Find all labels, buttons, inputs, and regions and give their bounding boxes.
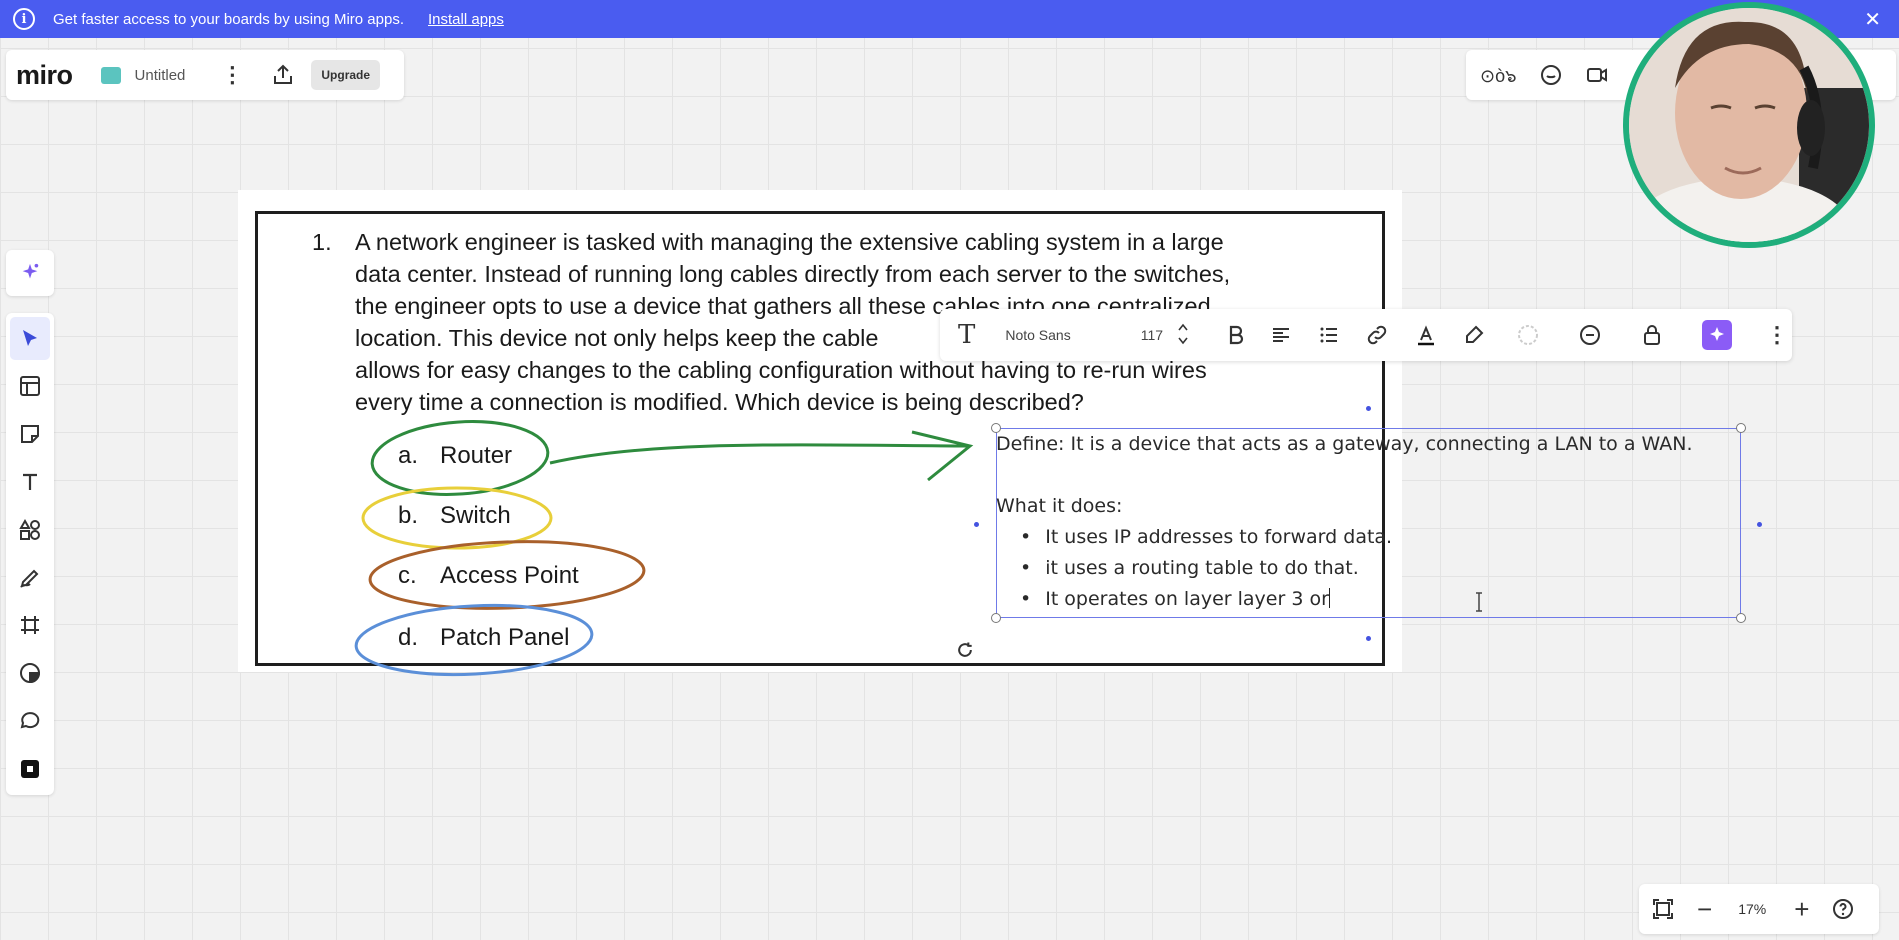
comment-button[interactable] (1578, 323, 1602, 347)
connector-point[interactable] (1757, 522, 1762, 527)
link-icon (1367, 325, 1387, 345)
list-item: It uses IP addresses to forward data. (1020, 522, 1741, 553)
font-family-select[interactable]: Noto Sans (1005, 327, 1070, 343)
highlighter-icon (1466, 325, 1484, 343)
text-format-toolbar: T Noto Sans 117 ⋮ (940, 309, 1792, 361)
font-size-input[interactable]: 117 (1141, 327, 1163, 343)
what-it-does-heading: What it does: (996, 495, 1123, 517)
arrow-head[interactable] (911, 430, 974, 482)
link-button[interactable] (1365, 323, 1389, 347)
arrow-line[interactable] (549, 443, 969, 465)
transparent-fill-icon (1518, 325, 1539, 345)
zoom-toolbar: − 17% + (1639, 884, 1879, 934)
patch-panel-circle[interactable] (354, 600, 594, 680)
zoom-out-button[interactable]: − (1697, 894, 1712, 925)
text-type-button[interactable]: T (958, 320, 975, 350)
list-item: It operates on layer layer 3 or (1020, 584, 1741, 615)
align-button[interactable] (1269, 323, 1293, 347)
bullet-list: It uses IP addresses to forward data. it… (1020, 522, 1741, 615)
help-icon[interactable] (1831, 897, 1855, 921)
stepper-icon (1178, 323, 1188, 344)
text-cursor-icon (1476, 592, 1482, 612)
connector-point[interactable] (974, 522, 979, 527)
rotate-icon[interactable] (955, 640, 975, 660)
fill-button[interactable] (1516, 323, 1540, 347)
fit-to-screen-icon[interactable] (1651, 897, 1675, 921)
sparkle-icon (1710, 327, 1725, 341)
font-size-stepper[interactable] (1177, 321, 1189, 350)
align-left-icon (1273, 328, 1290, 342)
bold-icon (1229, 325, 1244, 345)
list-button[interactable] (1317, 323, 1341, 347)
switch-circle[interactable] (361, 486, 553, 550)
text-color-button[interactable] (1414, 323, 1438, 347)
connector-point[interactable] (1366, 406, 1371, 411)
text-caret (1328, 588, 1331, 608)
more-options-button[interactable]: ⋮ (1766, 322, 1788, 348)
define-line: Define: It is a device that acts as a ga… (996, 433, 1693, 455)
zoom-level[interactable]: 17% (1738, 901, 1766, 917)
comment-icon (1580, 325, 1601, 345)
bullet-list-icon (1320, 327, 1338, 343)
list-item: it uses a routing table to do that. (1020, 553, 1741, 584)
bold-button[interactable] (1223, 323, 1247, 347)
lock-button[interactable] (1640, 323, 1664, 347)
highlight-button[interactable] (1462, 323, 1486, 347)
text-color-icon (1418, 325, 1435, 346)
ai-button[interactable] (1702, 320, 1733, 350)
lock-icon (1644, 325, 1661, 345)
definition-textbox[interactable]: Define: It is a device that acts as a ga… (996, 429, 1741, 615)
zoom-in-button[interactable]: + (1794, 894, 1809, 925)
connector-point[interactable] (1366, 636, 1371, 641)
access-point-circle[interactable] (368, 537, 646, 613)
